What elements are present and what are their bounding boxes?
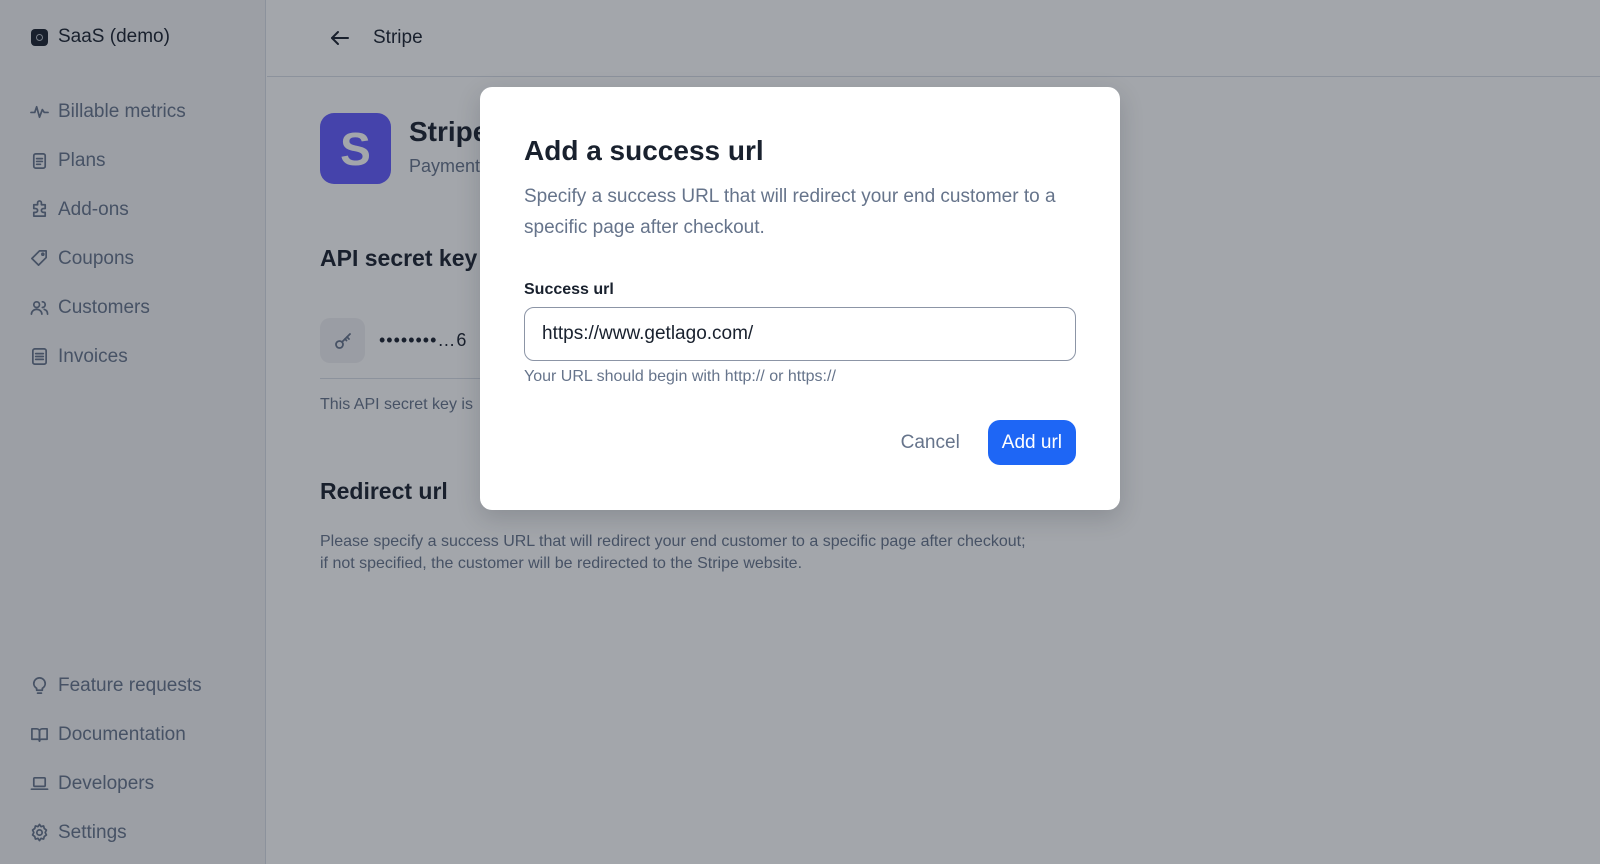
add-url-button[interactable]: Add url	[987, 420, 1076, 465]
success-url-label: Success url	[524, 281, 614, 298]
dialog-title: Add a success url	[524, 135, 764, 166]
dialog-description: Specify a success URL that will redirect…	[524, 186, 1056, 238]
success-url-input[interactable]	[524, 307, 1076, 361]
cancel-button[interactable]: Cancel	[899, 422, 962, 464]
add-success-url-dialog: Add a success url Specify a success URL …	[480, 87, 1120, 510]
dialog-actions: Cancel Add url	[899, 420, 1076, 465]
success-url-helper-text: Your URL should begin with http:// or ht…	[524, 368, 836, 385]
